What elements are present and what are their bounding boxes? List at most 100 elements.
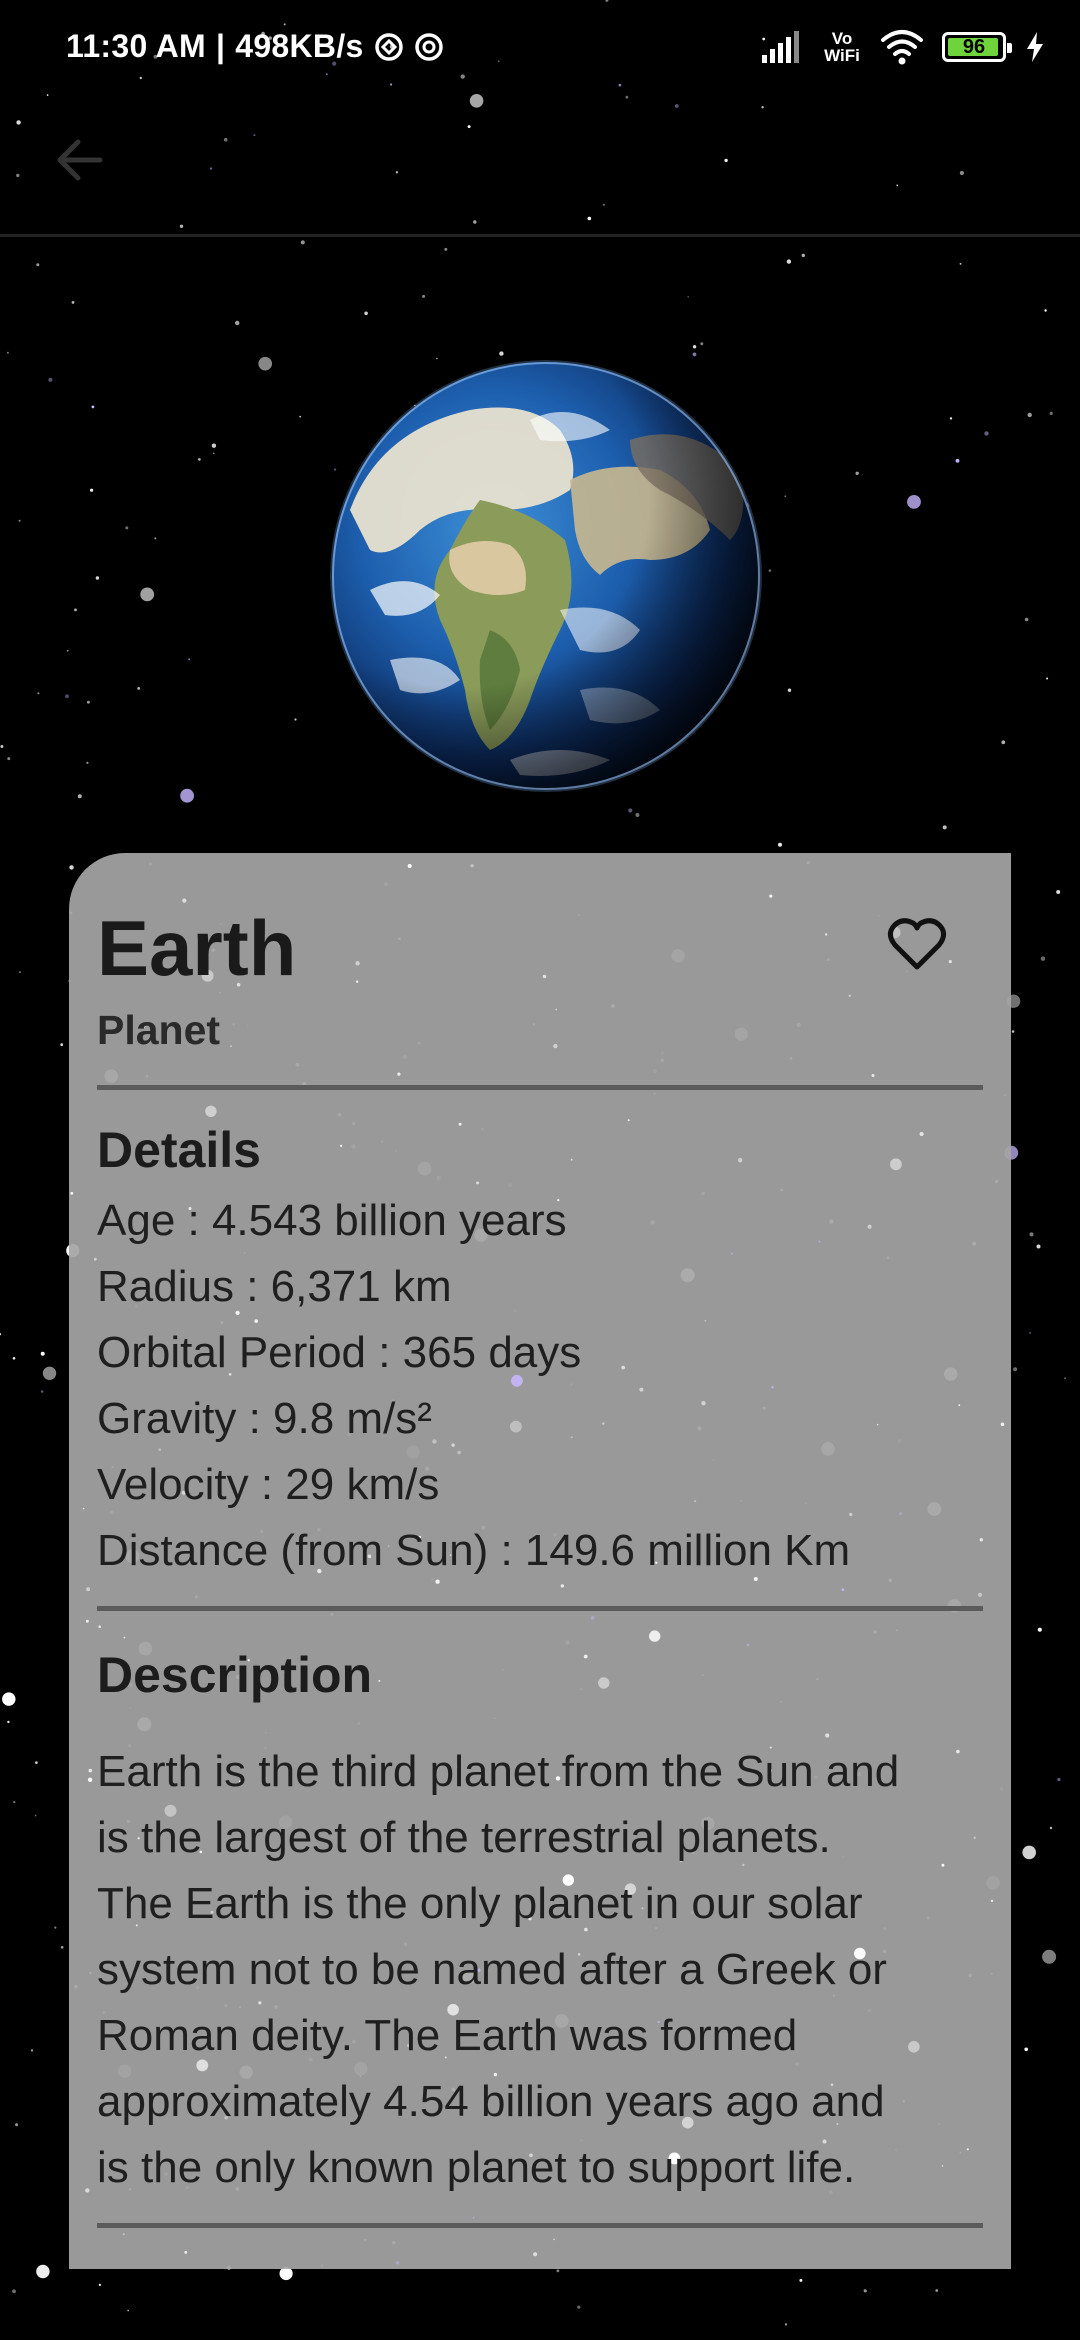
star [635, 813, 640, 817]
star [499, 351, 504, 356]
star [801, 253, 805, 258]
star [577, 2305, 581, 2309]
star [70, 1191, 74, 1195]
star [122, 2233, 125, 2236]
star [959, 263, 962, 265]
star [60, 1043, 64, 1046]
battery-percent: 96 [962, 35, 986, 58]
status-separator: | [215, 28, 226, 64]
star [90, 488, 94, 492]
star [1013, 1367, 1018, 1372]
star [1022, 1845, 1036, 1860]
detail-radius: Radius : 6,371 km [97, 1262, 452, 1311]
star [364, 311, 368, 316]
star [87, 700, 90, 704]
star [395, 2261, 400, 2265]
star [1049, 411, 1053, 415]
star [188, 658, 191, 661]
star [907, 495, 921, 509]
star [299, 415, 302, 418]
star [184, 2251, 188, 2254]
description-line: approximately 4.54 billion years ago and [97, 2077, 885, 2126]
star [36, 2264, 50, 2279]
wifi-icon [881, 30, 923, 65]
app-bar [0, 100, 1080, 237]
battery-tip [1007, 43, 1012, 53]
description-line: Roman deity. The Earth was formed [97, 2011, 798, 2060]
star [154, 537, 157, 540]
detail-orbital-period: Orbital Period : 365 days [97, 1328, 582, 1377]
star [18, 971, 21, 974]
detail-distance: Distance (from Sun) : 149.6 million Km [97, 1526, 851, 1575]
star [436, 357, 438, 360]
star [1057, 1777, 1061, 1782]
star [1049, 1826, 1053, 1830]
star [407, 864, 412, 868]
star [1001, 740, 1006, 745]
star [1046, 677, 1049, 680]
star [1011, 1030, 1015, 1033]
star [0, 745, 4, 748]
star [12, 1357, 16, 1360]
star [787, 688, 792, 692]
star [7, 757, 11, 761]
star [258, 356, 273, 371]
star [294, 718, 297, 721]
star [2, 1692, 16, 1706]
star [77, 794, 82, 799]
star [935, 2289, 938, 2292]
card-content: Earth Planet Details Age : 4.543 billion… [97, 903, 983, 2228]
divider [97, 1085, 983, 1090]
star [213, 452, 215, 455]
heart-outline-icon[interactable] [885, 913, 949, 977]
description-text: Earth is the third planet from the Sun a… [97, 1739, 983, 2201]
star [127, 2309, 130, 2312]
divider [97, 2223, 983, 2228]
star [12, 2289, 16, 2294]
star [863, 2289, 867, 2293]
detail-velocity: Velocity : 29 km/s [97, 1460, 440, 1509]
divider [97, 1606, 983, 1611]
star [1042, 1949, 1057, 1964]
status-bar: 11:30 AM | 498KB/s Vo WiFi 96 [0, 0, 1080, 100]
star [66, 649, 69, 652]
detail-gravity: Gravity : 9.8 m/s² [97, 1394, 432, 1443]
star [36, 263, 40, 267]
star [533, 2252, 538, 2257]
star [95, 576, 100, 580]
star [1036, 1244, 1041, 1249]
star [13, 1801, 16, 1804]
star [687, 296, 689, 298]
description-line: system not to be named after a Greek or [97, 1945, 887, 1994]
description-line: The Earth is the only planet in our sola… [97, 1879, 863, 1928]
star [85, 1619, 89, 1623]
star [34, 1814, 37, 1817]
star [35, 1761, 38, 1764]
vowifi-label: Vo WiFi [822, 30, 862, 64]
star [855, 471, 859, 475]
star [37, 692, 40, 695]
star [784, 2323, 788, 2326]
star [990, 1899, 994, 1903]
charging-bolt-icon [1027, 32, 1043, 62]
star [628, 808, 633, 813]
star [15, 2123, 19, 2127]
status-time: 11:30 AM [66, 28, 206, 64]
star [692, 345, 697, 349]
star [82, 1507, 85, 1510]
star [235, 320, 240, 326]
planet-type: Planet [97, 1007, 221, 1053]
planet-info-card: Earth Planet Details Age : 4.543 billion… [69, 853, 1011, 2269]
arrow-left-icon[interactable] [50, 130, 110, 190]
star [86, 1587, 90, 1592]
star [98, 2283, 101, 2286]
star [1037, 1627, 1042, 1632]
star [0, 1333, 2, 1336]
star [198, 458, 201, 461]
star [74, 608, 77, 612]
star [1044, 309, 1047, 312]
battery-icon: 96 [942, 32, 1012, 62]
star [768, 569, 772, 572]
star [85, 2188, 90, 2193]
vowifi-bottom: WiFi [824, 46, 860, 65]
